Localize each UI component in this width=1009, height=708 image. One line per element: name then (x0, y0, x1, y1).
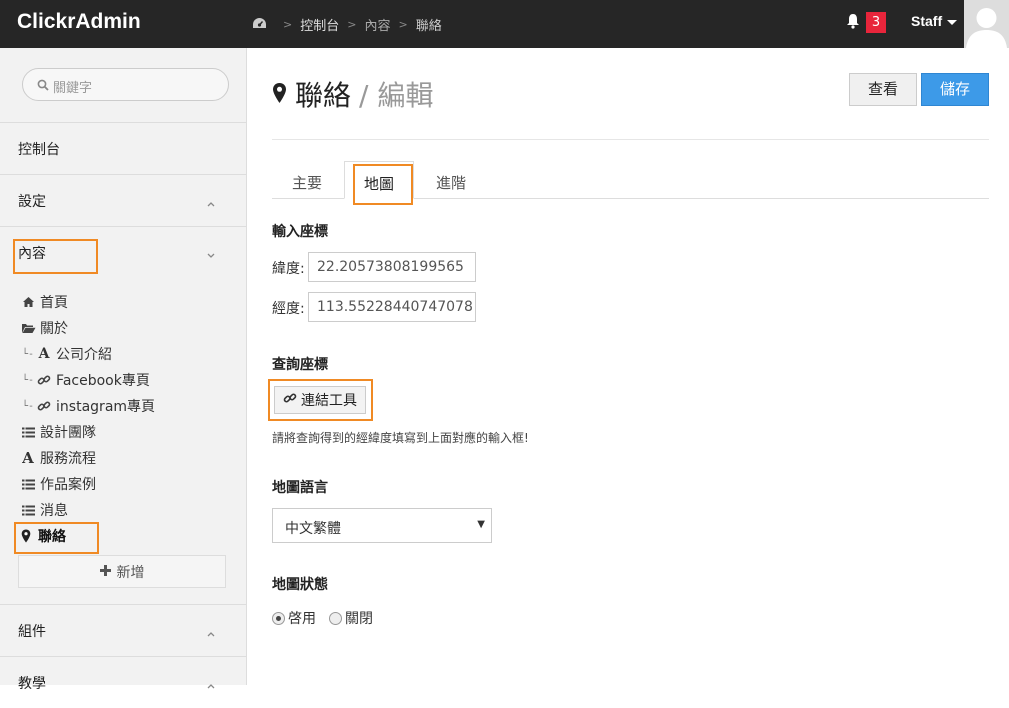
breadcrumb-item: 聯絡 (415, 19, 442, 34)
font-icon: A (22, 449, 34, 467)
breadcrumb-item[interactable]: 內容 (364, 15, 390, 34)
sidebar-section-label: 設定 (18, 194, 46, 210)
sidebar-section-label: 組件 (18, 624, 46, 640)
coords-heading: 輸入座標 (272, 224, 328, 240)
sidebar-section-components[interactable]: 組件 (0, 604, 246, 656)
tree-item-label: 公司介紹 (56, 347, 113, 363)
save-button[interactable]: 儲存 (921, 73, 989, 106)
divider (272, 139, 989, 140)
latitude-input[interactable]: 22.20573808199565 (308, 252, 476, 282)
map-status-heading: 地圖狀態 (272, 577, 328, 593)
add-item-label: 新增 (116, 564, 145, 581)
highlight-box (268, 379, 373, 421)
tree-item-process[interactable]: A 服務流程 (20, 447, 96, 469)
search-icon (37, 79, 49, 95)
highlight-box (13, 239, 98, 274)
sidebar-section-tutorial[interactable]: 教學 (0, 656, 246, 708)
sidebar-section-label: 教學 (18, 676, 46, 692)
tree-item-home[interactable]: 首頁 (20, 291, 68, 313)
tree-item-label: Facebook專頁 (56, 373, 150, 389)
notification-badge[interactable]: 3 (866, 12, 886, 33)
link-icon (36, 399, 52, 413)
latitude-label: 緯度: (272, 261, 305, 277)
tree-item-team[interactable]: 設計團隊 (20, 421, 96, 443)
tree-item-label: 首頁 (40, 295, 68, 311)
chevron-down-icon (206, 247, 216, 263)
user-menu[interactable]: Staff (911, 13, 958, 29)
add-item-button[interactable]: 新增 (18, 555, 226, 588)
top-navbar: ClickrAdmin > 控制台 > 內容 > 聯絡 3 Staff (0, 0, 1009, 48)
status-on-label: 啓用 (288, 611, 316, 627)
font-icon: A (38, 346, 50, 362)
sidebar-section-dashboard[interactable]: 控制台 (0, 122, 246, 174)
tree-item-facebook[interactable]: └- Facebook專頁 (22, 369, 150, 391)
longitude-input[interactable]: 113.55228440747078 (308, 292, 476, 322)
tree-connector: └- (22, 374, 35, 386)
sidebar: 關鍵字 控制台 設定 內容 首頁 關於 └- A 公司介紹 └- Faceboo… (0, 48, 247, 692)
home-icon (20, 296, 36, 308)
caret-down-icon (947, 19, 958, 25)
highlight-box (353, 164, 413, 205)
tree-item-label: 作品案例 (40, 477, 96, 493)
tree-item-label: instagram專頁 (56, 399, 156, 415)
main-content: 聯絡 / 編輯 查看 儲存 主要 地圖 進階 輸入座標 緯度: 22.20573… (247, 48, 1009, 685)
user-name: Staff (911, 13, 943, 29)
page-title: 聯絡 / 編輯 (272, 74, 433, 114)
dashboard-icon[interactable] (252, 17, 267, 33)
tree-item-label: 服務流程 (40, 451, 96, 467)
tree-item-portfolio[interactable]: 作品案例 (20, 473, 96, 495)
hint-text: 請將查詢得到的經緯度填寫到上面對應的輸入框! (272, 431, 529, 445)
map-language-value: 中文繁體 (285, 521, 341, 537)
sidebar-section-settings[interactable]: 設定 (0, 174, 246, 226)
status-on-radio[interactable]: 啓用 (272, 608, 316, 628)
tab-advanced[interactable]: 進階 (416, 161, 486, 199)
brand-logo[interactable]: ClickrAdmin (17, 10, 141, 34)
chevron-right-icon: > (283, 18, 293, 31)
tree-item-news[interactable]: 消息 (20, 499, 68, 521)
breadcrumb: > 控制台 > 內容 > 聯絡 (252, 15, 442, 34)
list-icon (20, 479, 36, 490)
lookup-heading: 查詢座標 (272, 357, 328, 373)
bell-icon[interactable] (846, 13, 860, 33)
tree-item-instagram[interactable]: └- instagram專頁 (22, 395, 155, 417)
highlight-box (14, 522, 99, 554)
chevron-right-icon: > (398, 18, 408, 31)
radio-unchecked-icon (329, 611, 342, 625)
radio-checked-icon (272, 611, 285, 625)
chevron-up-icon (206, 195, 216, 211)
map-language-select[interactable]: 中文繁體 ▼ (272, 508, 492, 543)
chevron-up-icon (206, 677, 216, 693)
list-icon (20, 505, 36, 516)
search-input[interactable]: 關鍵字 (22, 68, 229, 101)
page-subtitle: / 編輯 (359, 79, 434, 112)
tree-item-company[interactable]: └- A 公司介紹 (22, 343, 112, 365)
tree-item-about[interactable]: 關於 (20, 317, 68, 339)
map-marker-icon (272, 78, 287, 111)
tree-item-label: 設計團隊 (40, 425, 96, 441)
plus-icon (99, 564, 111, 580)
breadcrumb-item[interactable]: 控制台 (300, 15, 339, 34)
tree-connector: └- (22, 400, 35, 412)
caret-down-icon: ▼ (477, 519, 485, 530)
map-language-heading: 地圖語言 (272, 480, 328, 496)
tree-item-label: 關於 (40, 321, 68, 337)
status-off-radio[interactable]: 關閉 (329, 608, 373, 628)
folder-open-icon (20, 322, 36, 334)
sidebar-section-label: 控制台 (18, 142, 60, 158)
avatar[interactable] (964, 0, 1009, 48)
list-icon (20, 427, 36, 438)
view-button[interactable]: 查看 (849, 73, 917, 106)
search-placeholder: 關鍵字 (53, 81, 93, 96)
longitude-label: 經度: (272, 301, 305, 317)
tree-item-label: 消息 (40, 503, 68, 519)
tab-main[interactable]: 主要 (272, 161, 342, 199)
chevron-right-icon: > (347, 18, 357, 31)
chevron-up-icon (206, 625, 216, 641)
link-icon (36, 373, 52, 387)
status-off-label: 關閉 (345, 611, 373, 627)
page-title-text: 聯絡 (295, 79, 352, 112)
tree-connector: └- (22, 348, 35, 360)
